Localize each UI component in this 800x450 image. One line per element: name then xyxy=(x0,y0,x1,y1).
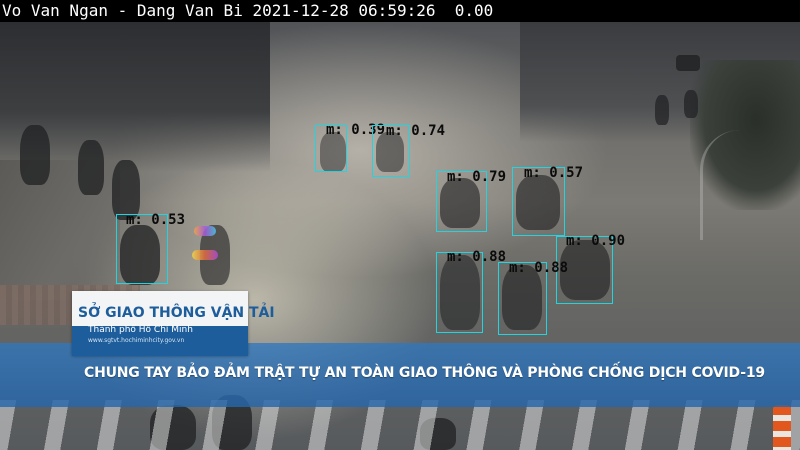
detection-label: m: 0.79 xyxy=(447,169,507,185)
logo-title: SỞ GIAO THÔNG VẬN TẢI xyxy=(78,305,275,321)
detection-label: m: 0.74 xyxy=(386,123,446,139)
camera-osd-text: Vo Van Ngan - Dang Van Bi 2021-12-28 06:… xyxy=(2,1,494,20)
logo-url: www.sgtvt.hochiminhcity.gov.vn xyxy=(88,337,185,344)
rider xyxy=(78,140,104,195)
lens-flare xyxy=(194,226,216,236)
curb-right xyxy=(700,130,800,240)
detection-label: m: 0.57 xyxy=(524,165,584,181)
rider xyxy=(684,90,698,118)
crosswalk xyxy=(0,400,800,450)
detection-label: m: 0.90 xyxy=(566,233,626,249)
rider xyxy=(112,160,140,220)
traffic-cone xyxy=(773,405,791,450)
lens-flare xyxy=(192,250,218,260)
detection-label: m: 0.88 xyxy=(509,260,569,276)
banner-headline: CHUNG TAY BẢO ĐẢM TRẬT TỰ AN TOÀN GIAO T… xyxy=(84,365,765,381)
car xyxy=(676,55,700,71)
logo-subtitle: Thành phố Hồ Chí Minh xyxy=(88,325,193,335)
detection-label: m: 0.53 xyxy=(126,212,186,228)
rider xyxy=(20,125,50,185)
rider xyxy=(655,95,669,125)
